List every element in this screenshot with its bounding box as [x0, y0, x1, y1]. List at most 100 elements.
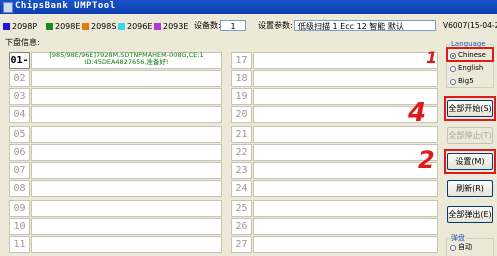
slot-18[interactable]: 18	[231, 70, 438, 87]
slot-number: 22	[231, 144, 252, 161]
slot-05[interactable]: 05	[9, 126, 222, 143]
settings-param-label: 设置参数:	[258, 21, 293, 30]
legend-label: 2098P	[12, 21, 38, 31]
slot-info-box	[31, 236, 222, 253]
slot-04[interactable]: 04	[9, 106, 222, 123]
slot-number: 17	[231, 52, 252, 69]
slot-24[interactable]: 24	[231, 180, 438, 197]
slot-number: 18	[231, 70, 252, 87]
slot-08[interactable]: 08	[9, 180, 222, 197]
slot-11[interactable]: 11	[9, 236, 222, 253]
radio-icon	[450, 78, 456, 85]
highlight-language-frame	[446, 47, 494, 62]
slot-info-box	[31, 126, 222, 143]
legend-2093e: 2093E	[154, 20, 188, 32]
slot-info-box	[31, 70, 222, 87]
slot-19[interactable]: 19	[231, 88, 438, 105]
slot-03[interactable]: 03	[9, 88, 222, 105]
legend-2098p: 2098P	[3, 20, 37, 32]
eject-all-button[interactable]: 全部弹出(E)	[447, 206, 493, 223]
window-title: ChipsBank UMPTool	[15, 1, 116, 11]
language-english-radio[interactable]: English	[450, 64, 483, 73]
highlight-start-frame	[444, 96, 496, 121]
slot-number: 04	[9, 106, 30, 123]
slot-10[interactable]: 10	[9, 218, 222, 235]
legend-2098e: 2098E	[46, 20, 80, 32]
slot-info-box	[253, 126, 438, 143]
slot-25[interactable]: 25	[231, 200, 438, 217]
slot-number: 09	[9, 200, 30, 217]
slot-09[interactable]: 09	[9, 200, 222, 217]
legend-swatch	[118, 22, 125, 30]
slot-number: 11	[9, 236, 30, 253]
slot-06[interactable]: 06	[9, 144, 222, 161]
slot-number: 06	[9, 144, 30, 161]
app-icon	[3, 2, 13, 13]
legend-label: 2098E	[55, 21, 81, 31]
language-big5-radio[interactable]: Big5	[450, 77, 474, 86]
slot-number: 02	[9, 70, 30, 87]
slot-number: 07	[9, 162, 30, 179]
slot-number: 20	[231, 106, 252, 123]
slot-info-box	[253, 218, 438, 235]
slot-info-box	[253, 144, 438, 161]
legend-swatch	[154, 22, 161, 30]
panel-title: 下盘信息:	[5, 38, 40, 47]
slot-info-box	[253, 70, 438, 87]
device-count-field: 1	[220, 20, 246, 31]
eject-group-title: 弹盘	[450, 233, 466, 243]
slot-number: 23	[231, 162, 252, 179]
radio-label: Big5	[458, 77, 474, 85]
slot-number: 03	[9, 88, 30, 105]
radio-label: 自动	[458, 243, 472, 251]
slot-info-box	[31, 218, 222, 235]
annotation-step-1: 1	[426, 48, 438, 67]
slot-17[interactable]: 17	[231, 52, 438, 69]
slot-grid: 01-1 [985/98E/96E]7928M,SDTNPMAHEM-008G,…	[0, 50, 440, 256]
slot-01[interactable]: 01-1 [985/98E/96E]7928M,SDTNPMAHEM-008G,…	[9, 51, 222, 82]
legend-swatch	[46, 22, 53, 30]
slot-info-box	[253, 180, 438, 197]
slot-number: 19	[231, 88, 252, 105]
legend-swatch	[82, 22, 89, 30]
device-count-label: 设备数:	[194, 21, 221, 30]
legend-swatch	[3, 22, 10, 30]
legend-label: 2098S	[91, 21, 117, 31]
slot-number: 10	[9, 218, 30, 235]
radio-label: English	[458, 64, 484, 72]
slot-info-box	[31, 162, 222, 179]
slot-26[interactable]: 26	[231, 218, 438, 235]
slot-number: 25	[231, 200, 252, 217]
legend-2096e: 2096E	[118, 20, 152, 32]
slot-info-box	[31, 106, 222, 123]
version-label: V6007(15-04-28	[443, 21, 497, 30]
legend-2098s: 2098S	[82, 20, 116, 32]
slot-21[interactable]: 21	[231, 126, 438, 143]
title-bar: ChipsBank UMPTool	[0, 0, 497, 14]
annotation-step-4: 4	[408, 98, 427, 128]
slot-02[interactable]: 02	[9, 70, 222, 87]
slot-info-box	[31, 200, 222, 217]
stop-all-button[interactable]: 全部停止(T)	[447, 127, 493, 144]
slot-info-text: [985/98E/96E]7928M,SDTNPMAHEM-008G,CE:1 …	[49, 51, 204, 66]
highlight-settings-frame	[444, 149, 496, 174]
slot-number: 05	[9, 126, 30, 143]
slot-info-box	[31, 88, 222, 105]
settings-param-field: 低级扫描 1 Ecc 12 智能 默认	[294, 20, 436, 31]
slot-info-box	[253, 200, 438, 217]
slot-27[interactable]: 27	[231, 236, 438, 253]
slot-07[interactable]: 07	[9, 162, 222, 179]
slot-number: 24	[231, 180, 252, 197]
slot-info-box	[31, 144, 222, 161]
slot-number: 08	[9, 180, 30, 197]
slot-info-box	[253, 52, 438, 69]
legend-label: 2096E	[127, 21, 153, 31]
slot-22[interactable]: 22	[231, 144, 438, 161]
slot-23[interactable]: 23	[231, 162, 438, 179]
radio-icon	[450, 244, 456, 251]
eject-auto-radio[interactable]: 自动	[450, 243, 472, 252]
slot-20[interactable]: 20	[231, 106, 438, 123]
legend-label: 2093E	[163, 21, 189, 31]
slot-info-box	[253, 236, 438, 253]
refresh-button[interactable]: 刷新(R)	[447, 180, 493, 197]
